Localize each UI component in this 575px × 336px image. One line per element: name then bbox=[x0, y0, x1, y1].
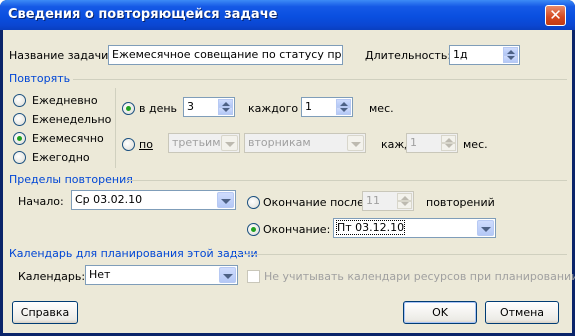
radio-daily-label[interactable]: Ежедневно bbox=[32, 94, 98, 107]
occurrences-label: повторений bbox=[426, 196, 495, 209]
calendar-dropdown-icon[interactable] bbox=[219, 267, 236, 283]
by-weekday-unit-label: мес. bbox=[463, 138, 488, 151]
radio-by-day[interactable] bbox=[122, 102, 135, 115]
by-weekday-month-interval-stepper[interactable]: 1 bbox=[406, 133, 458, 153]
end-after-label[interactable]: Окончание после bbox=[263, 196, 364, 209]
repeat-vertical-divider bbox=[115, 88, 116, 168]
end-by-label[interactable]: Окончание: bbox=[263, 223, 330, 236]
by-day-every-label: каждого bbox=[248, 102, 299, 115]
calendar-value: Нет bbox=[89, 268, 111, 281]
dialog-window: Сведения о повторяющейся задаче ✕ Назван… bbox=[0, 0, 575, 336]
duration-stepper[interactable]: 1д bbox=[449, 45, 520, 65]
end-date-value: Пт 03.12.10 bbox=[335, 220, 406, 235]
task-name-label: Название задачи: bbox=[9, 49, 112, 62]
radio-weekly[interactable] bbox=[13, 113, 26, 126]
day-number-stepper[interactable]: 3 bbox=[183, 97, 235, 117]
task-name-value: Ежемесячное совещание по статусу проекта bbox=[112, 48, 342, 61]
by-weekday-month-interval-spin-buttons[interactable] bbox=[441, 135, 456, 151]
range-divider bbox=[125, 180, 567, 181]
repeat-divider bbox=[73, 79, 567, 80]
ok-button[interactable]: OK bbox=[403, 301, 477, 324]
ignore-resource-calendars-checkbox[interactable] bbox=[247, 270, 260, 283]
radio-daily[interactable] bbox=[13, 94, 26, 107]
ignore-resource-calendars-label[interactable]: Не учитывать календари ресурсов при план… bbox=[264, 270, 575, 283]
repeat-section-title: Повторять bbox=[9, 72, 71, 85]
by-weekday-month-interval-value: 1 bbox=[410, 136, 417, 149]
dialog-body: Название задачи: Ежемесячное совещание п… bbox=[3, 30, 575, 333]
weekday-select[interactable]: вторникам bbox=[244, 133, 366, 153]
by-day-label[interactable]: в день bbox=[139, 102, 177, 115]
radio-end-after[interactable] bbox=[247, 196, 260, 209]
task-name-field[interactable]: Ежемесячное совещание по статусу проекта bbox=[108, 45, 343, 65]
occurrences-spin-buttons[interactable] bbox=[397, 193, 412, 209]
radio-monthly-label[interactable]: Ежемесячно bbox=[32, 132, 104, 145]
start-date-picker[interactable]: Ср 03.02.10 bbox=[71, 190, 236, 210]
occurrences-stepper[interactable]: 11 bbox=[362, 191, 414, 211]
by-day-unit-label: мес. bbox=[369, 102, 394, 115]
window-title: Сведения о повторяющейся задаче bbox=[8, 7, 278, 22]
radio-end-by[interactable] bbox=[247, 223, 260, 236]
calendar-section-title: Календарь для планирования этой задачи bbox=[9, 247, 258, 260]
occurrences-value: 11 bbox=[366, 194, 380, 207]
by-day-month-interval-stepper[interactable]: 1 bbox=[301, 97, 353, 117]
close-button[interactable]: ✕ bbox=[545, 5, 566, 26]
calendar-select[interactable]: Нет bbox=[85, 265, 238, 285]
ordinal-dropdown-icon[interactable] bbox=[221, 135, 238, 151]
title-bar[interactable]: Сведения о повторяющейся задаче ✕ bbox=[0, 0, 575, 30]
duration-value: 1д bbox=[453, 48, 468, 61]
duration-spin-buttons[interactable] bbox=[503, 47, 518, 63]
radio-by-weekday[interactable] bbox=[122, 138, 135, 151]
day-number-value: 3 bbox=[187, 100, 194, 113]
help-button[interactable]: Справка bbox=[12, 301, 78, 324]
calendar-divider bbox=[235, 254, 567, 255]
duration-label: Длительность: bbox=[365, 49, 452, 62]
radio-weekly-label[interactable]: Еженедельно bbox=[32, 113, 111, 126]
start-date-dropdown-icon[interactable] bbox=[217, 192, 234, 208]
weekday-value: вторникам bbox=[248, 136, 311, 149]
start-date-label: Начало: bbox=[18, 195, 64, 208]
day-number-spin-buttons[interactable] bbox=[218, 99, 233, 115]
radio-yearly-label[interactable]: Ежегодно bbox=[32, 151, 90, 164]
cancel-button[interactable]: Отмена bbox=[485, 301, 559, 324]
calendar-label: Календарь: bbox=[18, 270, 86, 283]
by-day-month-interval-value: 1 bbox=[305, 100, 312, 113]
end-date-dropdown-icon[interactable] bbox=[477, 220, 494, 236]
range-section-title: Пределы повторения bbox=[9, 173, 133, 186]
end-date-picker[interactable]: Пт 03.12.10 bbox=[333, 218, 496, 238]
radio-monthly[interactable] bbox=[13, 132, 26, 145]
weekday-dropdown-icon[interactable] bbox=[347, 135, 364, 151]
radio-yearly[interactable] bbox=[13, 151, 26, 164]
by-day-month-interval-spin-buttons[interactable] bbox=[336, 99, 351, 115]
ordinal-value: третьим bbox=[172, 136, 221, 149]
start-date-value: Ср 03.02.10 bbox=[75, 193, 143, 206]
ordinal-select[interactable]: третьим bbox=[168, 133, 240, 153]
by-weekday-label[interactable]: по bbox=[139, 138, 153, 151]
